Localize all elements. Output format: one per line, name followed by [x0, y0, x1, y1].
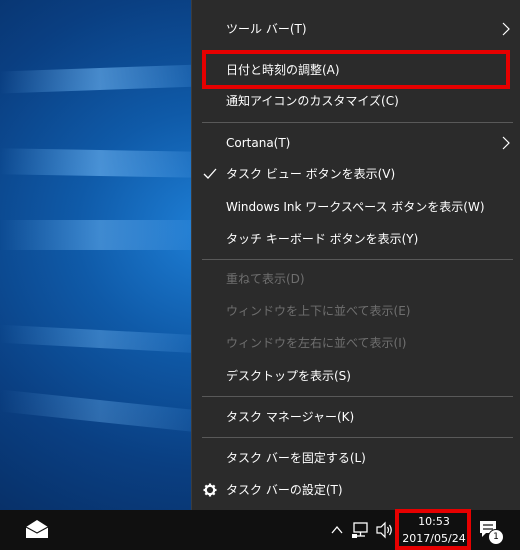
network-icon[interactable] [351, 521, 371, 543]
volume-icon[interactable] [375, 521, 395, 543]
menu-item-label: Windows Ink ワークスペース ボタンを表示(W) [226, 200, 485, 214]
menu-separator [202, 259, 513, 260]
menu-item-label: タスク ビュー ボタンを表示(V) [226, 167, 396, 181]
mail-icon[interactable] [25, 519, 49, 543]
menu-item-stack-windows: ウィンドウを上下に並べて表示(E) [192, 296, 520, 326]
menu-item-adjust-date-time[interactable]: 日付と時刻の調整(A) [192, 55, 520, 85]
menu-separator [202, 122, 513, 123]
menu-item-show-touch-keyboard-button[interactable]: タッチ キーボード ボタンを表示(Y) [192, 224, 520, 254]
menu-item-label: タスク バーを固定する(L) [226, 451, 366, 465]
menu-item-show-task-view-button[interactable]: タスク ビュー ボタンを表示(V) [192, 159, 520, 189]
menu-item-label: ツール バー(T) [226, 22, 307, 36]
menu-item-label: 通知アイコンのカスタマイズ(C) [226, 94, 399, 108]
menu-item-cortana[interactable]: Cortana(T) [192, 128, 520, 158]
menu-separator [202, 437, 513, 438]
menu-item-show-desktop[interactable]: デスクトップを表示(S) [192, 361, 520, 391]
menu-item-customize-notification-icons[interactable]: 通知アイコンのカスタマイズ(C) [192, 86, 520, 116]
menu-item-label: 日付と時刻の調整(A) [226, 63, 340, 77]
menu-item-label: タスク バーの設定(T) [226, 483, 343, 497]
menu-item-task-manager[interactable]: タスク マネージャー(K) [192, 402, 520, 432]
chevron-right-icon [499, 128, 513, 158]
menu-item-label: Cortana(T) [226, 136, 291, 150]
taskbar-clock[interactable]: 10:53 2017/05/24 [398, 512, 470, 550]
menu-item-cascade-windows: 重ねて表示(D) [192, 264, 520, 294]
menu-item-side-by-side-windows: ウィンドウを左右に並べて表示(I) [192, 328, 520, 358]
clock-date: 2017/05/24 [402, 532, 466, 545]
chevron-right-icon [499, 14, 513, 44]
menu-item-label: ウィンドウを上下に並べて表示(E) [226, 304, 411, 318]
menu-item-toolbars[interactable]: ツール バー(T) [192, 14, 520, 44]
notification-count-badge: 1 [488, 529, 504, 545]
menu-item-label: ウィンドウを左右に並べて表示(I) [226, 336, 407, 350]
gear-icon [202, 475, 218, 505]
menu-separator [202, 396, 513, 397]
menu-item-lock-taskbar[interactable]: タスク バーを固定する(L) [192, 443, 520, 473]
menu-item-label: デスクトップを表示(S) [226, 369, 351, 383]
menu-item-label: タッチ キーボード ボタンを表示(Y) [226, 232, 419, 246]
checkmark-icon [202, 159, 218, 189]
taskbar-context-menu: ツール バー(T) 日付と時刻の調整(A) 通知アイコンのカスタマイズ(C) C… [191, 0, 520, 512]
chevron-up-icon[interactable] [330, 522, 344, 541]
clock-time: 10:53 [418, 515, 450, 528]
menu-item-show-windows-ink-button[interactable]: Windows Ink ワークスペース ボタンを表示(W) [192, 192, 520, 222]
menu-item-taskbar-settings[interactable]: タスク バーの設定(T) [192, 475, 520, 505]
menu-item-label: 重ねて表示(D) [226, 272, 305, 286]
menu-item-label: タスク マネージャー(K) [226, 410, 355, 424]
